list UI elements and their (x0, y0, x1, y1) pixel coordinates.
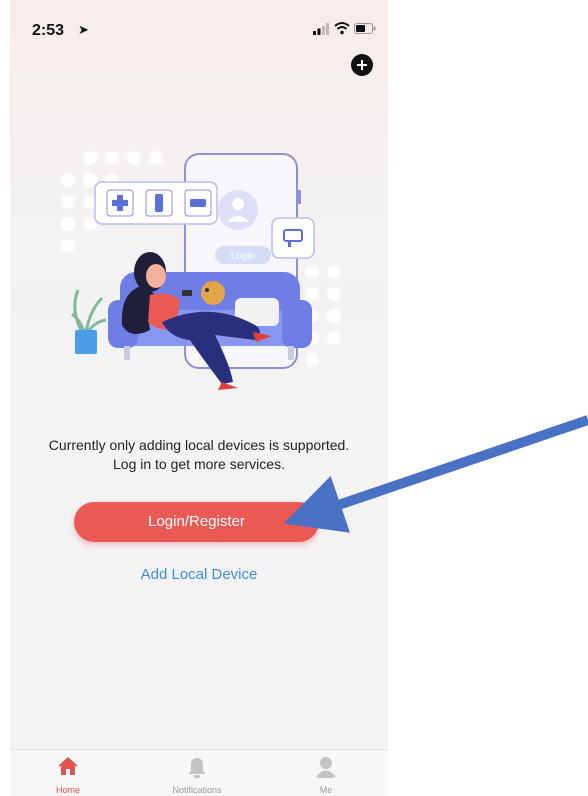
tab-notifications-label: Notifications (172, 785, 222, 795)
info-message: Currently only adding local devices is s… (10, 436, 388, 474)
add-local-device-link[interactable]: Add Local Device (10, 566, 388, 583)
login-register-button[interactable]: Login/Register (74, 502, 319, 542)
tab-me-label: Me (319, 785, 333, 795)
info-message-line1: Currently only adding local devices is s… (48, 437, 350, 453)
app-screen: 2:53 ➤ Login Currently only adding local… (10, 0, 388, 796)
location-arrow-icon: ➤ (78, 22, 89, 37)
status-time: 2:53 (32, 22, 65, 39)
person-icon (316, 757, 336, 778)
status-bar: 2:53 ➤ (10, 0, 388, 48)
add-icon[interactable] (351, 54, 373, 76)
signal-icon (313, 23, 329, 35)
illustration-login-tag: Login (231, 251, 255, 262)
bell-icon (188, 758, 206, 778)
tab-me[interactable]: Me (286, 750, 366, 796)
login-illustration: Login (61, 151, 341, 390)
tab-home[interactable]: Home (28, 750, 108, 796)
tab-home-label: Home (55, 785, 80, 795)
battery-icon (354, 23, 376, 34)
wifi-icon (334, 22, 350, 35)
info-message-line2: Log in to get more services. (113, 456, 285, 472)
tab-bar: Home Notifications Me (10, 749, 388, 796)
tab-notifications[interactable]: Notifications (157, 750, 237, 796)
home-icon (58, 757, 78, 775)
